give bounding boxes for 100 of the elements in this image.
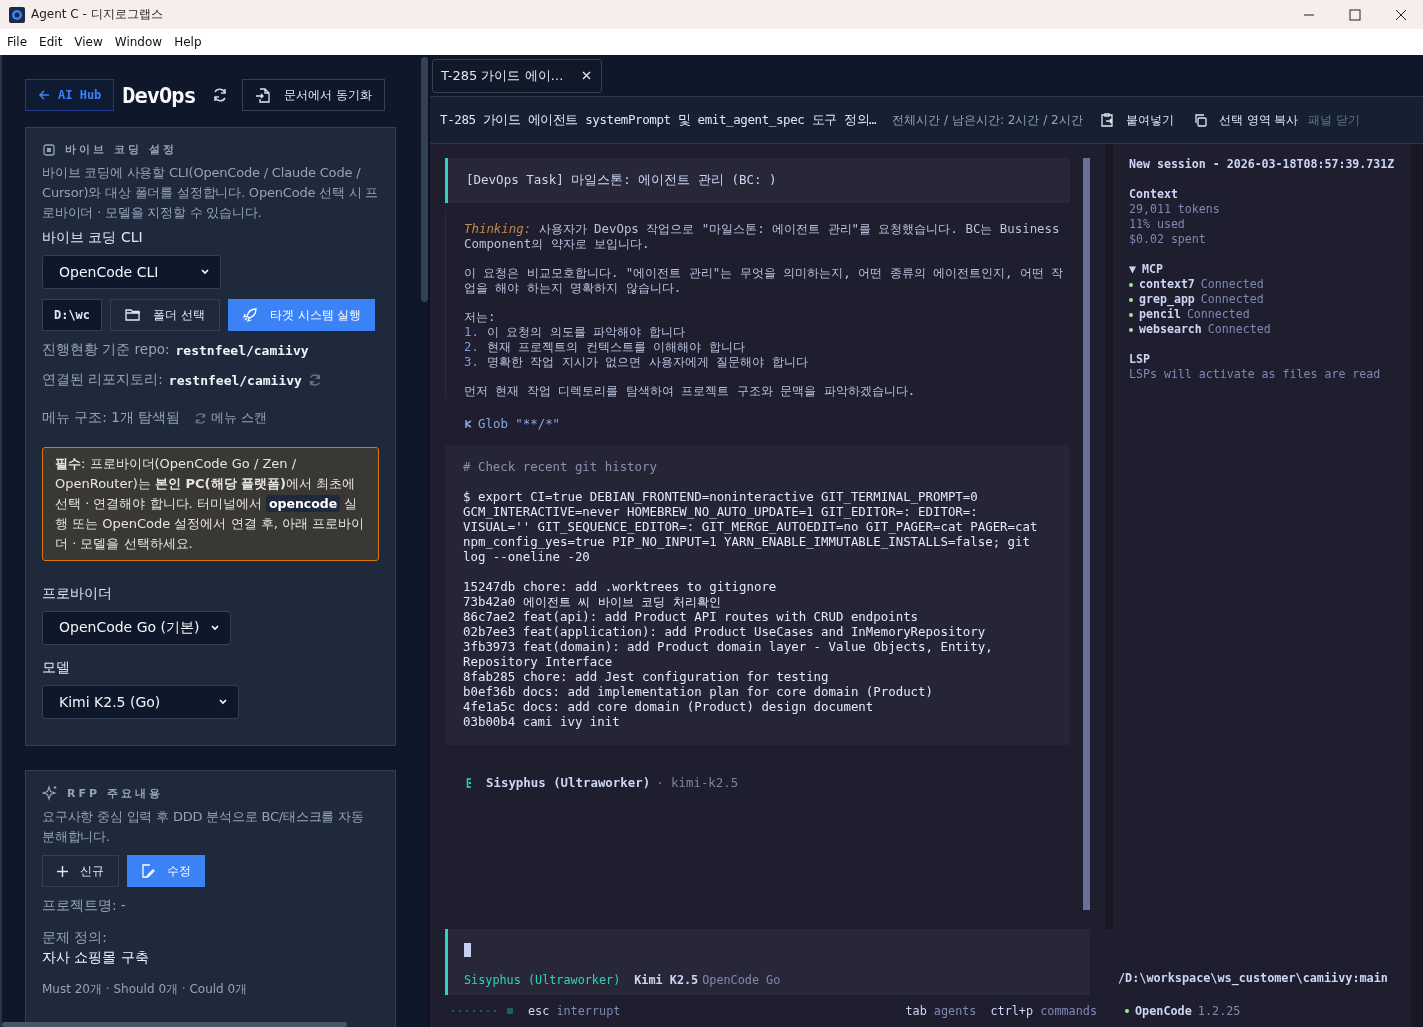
session-title: New session - 2026-03-18T08:57:39.731Z: [1129, 157, 1396, 172]
field-label: 모델: [42, 659, 71, 677]
workspace-path: /D:\workspace\ws_customer\camiivy:main: [1118, 971, 1388, 988]
paste-button[interactable]: 붙여넣기: [1098, 111, 1176, 129]
notice-text: 필수: 프로바이더(OpenCode Go / Zen / OpenRouter)는 본인 PC(해당 플랫폼)에서 최초에 선택 · 연결해야 합니다. 터미널에서 opencode 실행 또는 OpenCode 설정에서 연결 후, 아래 프로바이더 · 모델을 선택하세요.: [55, 455, 366, 553]
section-heading: RFP 주요내용: [67, 785, 163, 801]
refresh-icon: [194, 411, 207, 425]
agent-name: Sisyphus (Ultraworker): [464, 973, 621, 987]
mcp-server-name: websearch: [1139, 322, 1202, 337]
shortcut-hint: esc interrupt: [528, 1004, 621, 1018]
copy-selection-button[interactable]: 선택 영역 복사: [1191, 111, 1301, 129]
context-heading: Context: [1129, 187, 1179, 202]
scrollbar[interactable]: [2, 1022, 347, 1027]
prompt-input[interactable]: Sisyphus (Ultraworker) Kimi K2.5 OpenCode Go: [445, 929, 1090, 995]
loading-spinner-icon: [452, 1008, 514, 1014]
menu-scan-button[interactable]: 메뉴 스캔: [194, 409, 268, 427]
app-logo-icon: [9, 6, 25, 23]
copy-icon: [1193, 113, 1207, 127]
project-name: 프로젝트명: -: [42, 897, 127, 915]
time-summary: 전체시간 / 남은시간: 2시간 / 2시간: [892, 111, 1083, 129]
edit-document-icon: [141, 864, 155, 878]
context-stat: $0.02 spent: [1129, 232, 1207, 247]
task-title: T-285 가이드 에이전트 systemPrompt 및 emit_agent_spec 도구 정의…: [440, 111, 877, 129]
field-label: 프로바이더: [42, 585, 113, 603]
provider-name: OpenCode Go: [702, 973, 781, 987]
mcp-server-name: grep_app: [1139, 292, 1195, 307]
model-select[interactable]: Kimi K2.5 (Go): [42, 685, 239, 719]
folder-select-button[interactable]: 폴더 선택: [110, 299, 220, 331]
git-log-line: 03b00b4 cami ivy init: [463, 714, 621, 729]
plus-icon: [57, 865, 68, 877]
menu-item[interactable]: View: [74, 35, 103, 49]
step-number: 1.: [464, 324, 479, 339]
mcp-status: Connected: [1200, 277, 1264, 292]
back-button[interactable]: AI Hub: [25, 79, 115, 111]
tab[interactable]: T-285 가이드 에이…: [432, 58, 602, 93]
clipboard-icon: [1100, 113, 1114, 127]
close-panel-button[interactable]: 패널 닫기: [1306, 111, 1363, 129]
menu-structure-status: 메뉴 구조: 1개 탐색됨: [42, 409, 180, 427]
square-bracket-icon: [466, 777, 473, 788]
folder-path-field[interactable]: D:\wc: [42, 299, 102, 331]
git-log-line: 02b7ee3 feat(application): add Product UseCases and InMemoryRepository: [463, 624, 987, 639]
edit-button[interactable]: 수정: [127, 855, 205, 887]
section-description: 요구사항 중심 입력 후 DDD 분석으로 BC/태스크를 자동 분해합니다.: [42, 808, 365, 846]
shortcut-hint: tab agents: [905, 1004, 977, 1018]
step-number: 3.: [464, 354, 479, 369]
git-log-line: 86c7ae2 feat(api): add Product API routes with CRUD endpoints: [463, 609, 920, 624]
provider-select[interactable]: OpenCode Go (기본): [42, 611, 231, 645]
problem-label: 문제 정의:: [42, 929, 108, 947]
priority-counts: Must 20개 · Should 0개 · Could 0개: [42, 981, 249, 998]
menu-item[interactable]: File: [7, 35, 28, 49]
mcp-server-name: pencil: [1139, 307, 1181, 322]
app-version: 1.2.25: [1197, 1004, 1241, 1018]
menu-item[interactable]: Edit: [39, 35, 63, 49]
mcp-status: Connected: [1200, 292, 1264, 307]
git-log-line: 73b42a0 에이전트 씨 바이브 코딩 처리확인: [463, 594, 722, 609]
folder-icon: [125, 308, 141, 322]
agent-name: Sisyphus (Ultraworker): [486, 775, 651, 790]
window-title: Agent C - 디지로그랩스: [31, 6, 163, 23]
lsp-heading: LSP: [1129, 352, 1151, 367]
scrollbar[interactable]: [1083, 158, 1090, 910]
shortcut-hint: ctrl+p commands: [990, 1004, 1097, 1018]
chevron-down-icon: [200, 267, 210, 277]
mcp-server-name: context7: [1139, 277, 1195, 292]
chip-icon: [42, 142, 56, 157]
shell-command: $ export CI=true DEBIAN_FRONTEND=noninteractive GIT_TERMINAL_PROMPT=0 GCM_INTERACTIVE=never HOMEBREW_NO_AUTO_UPDATE=1 GIT_EDITOR=: EDITOR=: VISUAL='' GIT_SEQUENCE_EDITOR=: GIT_MERGE_AUTOEDIT=no GIT_PAGER=cat PAGER=cat npm_config_yes=true PIP_NO_INPUT=1 YARN_ENABLE_IMMUTABLE_INSTALLS=false; git log --oneline -20: [463, 489, 1039, 564]
chevron-down-icon: [210, 623, 220, 633]
page-title: DevOps: [122, 82, 196, 108]
task-message: [DevOps Task] 마일스톤: 에이전트 관리 (BC: ): [445, 158, 1070, 203]
close-icon[interactable]: [1395, 8, 1407, 21]
new-button[interactable]: 신규: [42, 855, 119, 887]
menu-item[interactable]: Help: [174, 35, 202, 49]
cli-select[interactable]: OpenCode CLI: [42, 255, 221, 289]
sync-button[interactable]: 문서에서 동기화: [241, 79, 385, 111]
text-cursor: [464, 943, 471, 957]
rocket-icon: [241, 307, 258, 323]
mcp-heading: MCP: [1142, 262, 1163, 277]
scrollbar[interactable]: [421, 57, 428, 302]
thinking-text: 저는:: [464, 309, 497, 324]
git-log-line: 3fb3973 feat(domain): add Product domain layer - Value Objects, Entity, Repository Interface: [463, 639, 994, 669]
repo-name: restnfeel/camiivy: [168, 372, 302, 388]
maximize-icon[interactable]: [1349, 8, 1361, 21]
section-heading: 바이브 코딩 설정: [65, 142, 177, 157]
refresh-icon[interactable]: [211, 87, 228, 103]
mcp-status: Connected: [1207, 322, 1271, 337]
command-comment: # Check recent git history: [463, 459, 658, 474]
app-name: OpenCode: [1135, 1004, 1192, 1018]
collapse-toggle[interactable]: ▼: [1129, 262, 1136, 277]
menu-item[interactable]: Window: [114, 35, 163, 49]
step-text: 현재 프로젝트의 컨텍스트를 이해해야 합니다: [486, 339, 745, 354]
chevron-down-icon: [218, 697, 228, 707]
info-label: 진행현황 기준 repo:: [42, 341, 170, 359]
lsp-status: LSPs will activate as files are read: [1129, 367, 1382, 382]
repo-name: restnfeel/camiivy: [175, 342, 309, 358]
step-number: 2.: [464, 339, 479, 354]
field-label: 바이브 코딩 CLI: [42, 229, 144, 247]
import-file-icon: [254, 87, 270, 103]
model-name: Kimi K2.5: [634, 973, 699, 987]
step-text: 명확한 작업 지시가 없으면 사용자에게 질문해야 합니다: [486, 354, 808, 369]
run-target-button[interactable]: 타겟 시스템 실행: [227, 299, 376, 331]
git-log-line: 15247db chore: add .worktrees to gitignore: [463, 579, 778, 594]
